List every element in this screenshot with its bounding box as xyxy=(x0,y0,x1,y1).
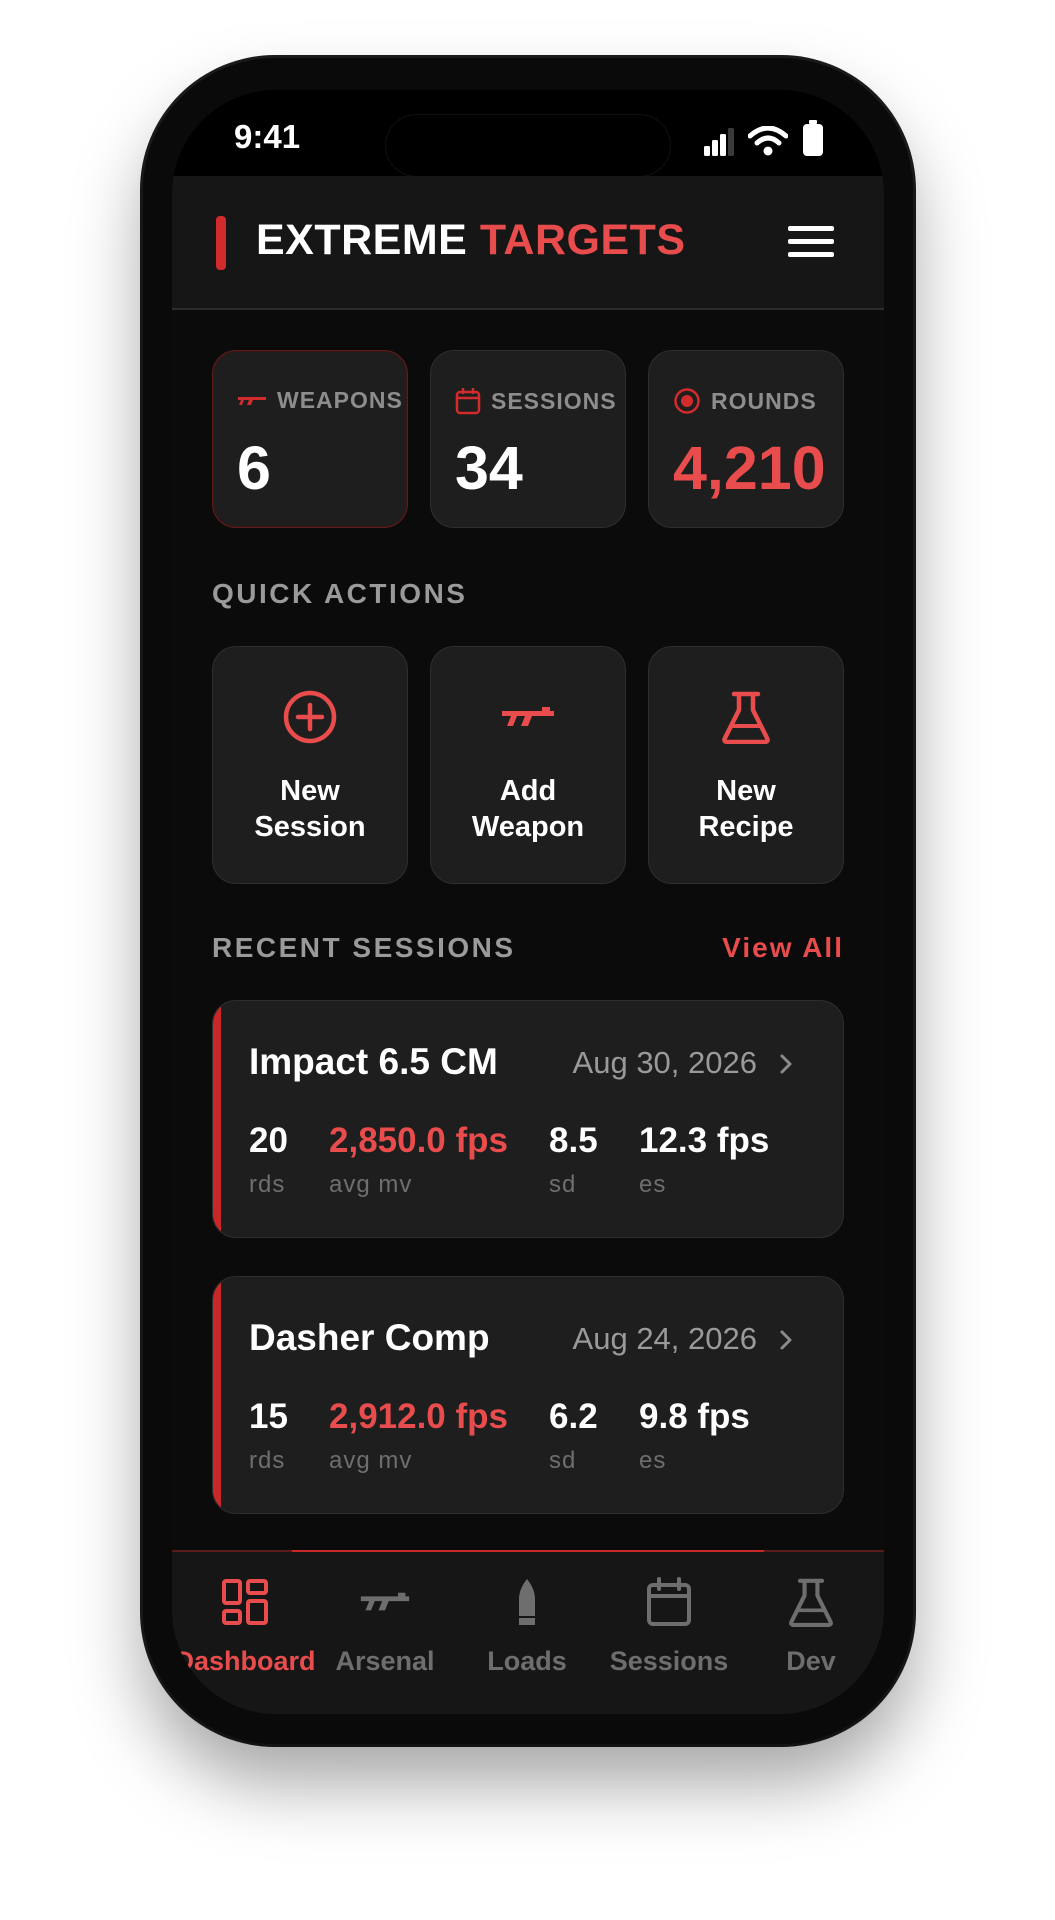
stat-card-rounds[interactable]: ROUNDS 4,210 xyxy=(648,350,844,528)
chevron-right-icon xyxy=(780,1054,792,1074)
metric-sd: 8.5 sd xyxy=(549,1121,598,1198)
battery-icon xyxy=(803,120,823,156)
stat-card-sessions[interactable]: SESSIONS 34 xyxy=(430,350,626,528)
rifle-icon xyxy=(502,707,554,726)
calendar-icon xyxy=(455,388,481,415)
stat-card-weapons[interactable]: WEAPONS 6 xyxy=(212,350,408,528)
metric-avg-mv: 2,912.0 fps avg mv xyxy=(329,1397,508,1474)
brand-primary: EXTREME xyxy=(256,216,468,264)
stat-label: WEAPONS xyxy=(277,387,403,413)
flask-icon xyxy=(789,1578,833,1627)
session-name: Impact 6.5 CM xyxy=(249,1041,498,1082)
nav-item-sessions[interactable]: Sessions xyxy=(598,1552,740,1714)
app-screen: 9:41 EXTREME TARGETS WEAPONS 6 SESSIONS … xyxy=(172,90,884,1714)
nav-label: Arsenal xyxy=(335,1646,435,1676)
nav-label: Loads xyxy=(487,1646,567,1676)
plus-circle-icon xyxy=(283,690,337,744)
brand-accent: TARGETS xyxy=(479,216,686,264)
stat-value: 6 xyxy=(237,434,271,502)
hamburger-menu-icon[interactable] xyxy=(788,226,834,258)
chevron-right-icon xyxy=(780,1330,792,1350)
view-all-link[interactable]: View All xyxy=(722,932,844,964)
session-date: Aug 30, 2026 xyxy=(572,1045,757,1080)
target-icon xyxy=(674,388,700,414)
new-session-button[interactable]: New Session xyxy=(212,646,408,884)
brand-title: EXTREME TARGETS xyxy=(256,216,686,265)
stat-value: 4,210 xyxy=(673,434,826,502)
calendar-icon xyxy=(647,1577,691,1626)
stat-label: SESSIONS xyxy=(491,387,617,414)
session-accent-edge xyxy=(213,1277,221,1513)
brand-accent-bar xyxy=(216,216,226,270)
nav-item-dev[interactable]: Dev xyxy=(740,1552,882,1714)
bullet-icon xyxy=(519,1579,535,1625)
new-recipe-button[interactable]: New Recipe xyxy=(648,646,844,884)
session-card[interactable]: Impact 6.5 CM Aug 30, 2026 20 rds 2,850.… xyxy=(212,1000,844,1238)
action-label-line2: Recipe xyxy=(698,811,794,843)
metric-es: 12.3 fps es xyxy=(639,1121,770,1198)
nav-item-loads[interactable]: Loads xyxy=(456,1552,598,1714)
nav-item-arsenal[interactable]: Arsenal xyxy=(314,1552,456,1714)
add-weapon-button[interactable]: Add Weapon xyxy=(430,646,626,884)
rifle-icon xyxy=(238,396,266,405)
flask-icon xyxy=(722,691,770,744)
action-label-line1: New xyxy=(280,775,340,807)
recent-sessions-title: RECENT SESSIONS xyxy=(212,932,516,963)
nav-label: Sessions xyxy=(609,1646,729,1676)
app-header: EXTREME TARGETS xyxy=(172,176,884,310)
metric-rounds: 15 rds xyxy=(249,1397,288,1474)
session-card[interactable]: Dasher Comp Aug 24, 2026 15 rds 2,912.0 … xyxy=(212,1276,844,1514)
nav-label: Dev xyxy=(786,1646,836,1676)
nav-label: Dashboard xyxy=(174,1646,316,1676)
stat-value: 34 xyxy=(455,434,523,502)
action-label-line1: New xyxy=(716,775,776,807)
action-label-line1: Add xyxy=(499,775,557,807)
session-name: Dasher Comp xyxy=(249,1317,490,1358)
status-icons xyxy=(704,120,824,156)
session-accent-edge xyxy=(213,1001,221,1237)
nav-item-dashboard[interactable]: Dashboard xyxy=(174,1552,316,1714)
metric-es: 9.8 fps es xyxy=(639,1397,750,1474)
metric-rounds: 20 rds xyxy=(249,1121,288,1198)
dashboard-icon xyxy=(222,1579,268,1625)
metric-avg-mv: 2,850.0 fps avg mv xyxy=(329,1121,508,1198)
status-time: 9:41 xyxy=(234,118,301,155)
action-label-line2: Session xyxy=(254,811,366,843)
stat-label: ROUNDS xyxy=(711,387,817,414)
action-label-line2: Weapon xyxy=(471,811,585,843)
wifi-icon xyxy=(748,126,788,156)
bottom-nav: Dashboard Arsenal Loads Sessions Dev xyxy=(172,1550,884,1714)
rifle-icon xyxy=(360,1592,410,1611)
quick-actions-title: QUICK ACTIONS xyxy=(212,578,468,609)
cellular-signal-icon xyxy=(704,128,734,156)
session-date: Aug 24, 2026 xyxy=(572,1321,757,1356)
dynamic-island xyxy=(386,115,670,176)
metric-sd: 6.2 sd xyxy=(549,1397,598,1474)
status-bar: 9:41 xyxy=(172,90,884,176)
